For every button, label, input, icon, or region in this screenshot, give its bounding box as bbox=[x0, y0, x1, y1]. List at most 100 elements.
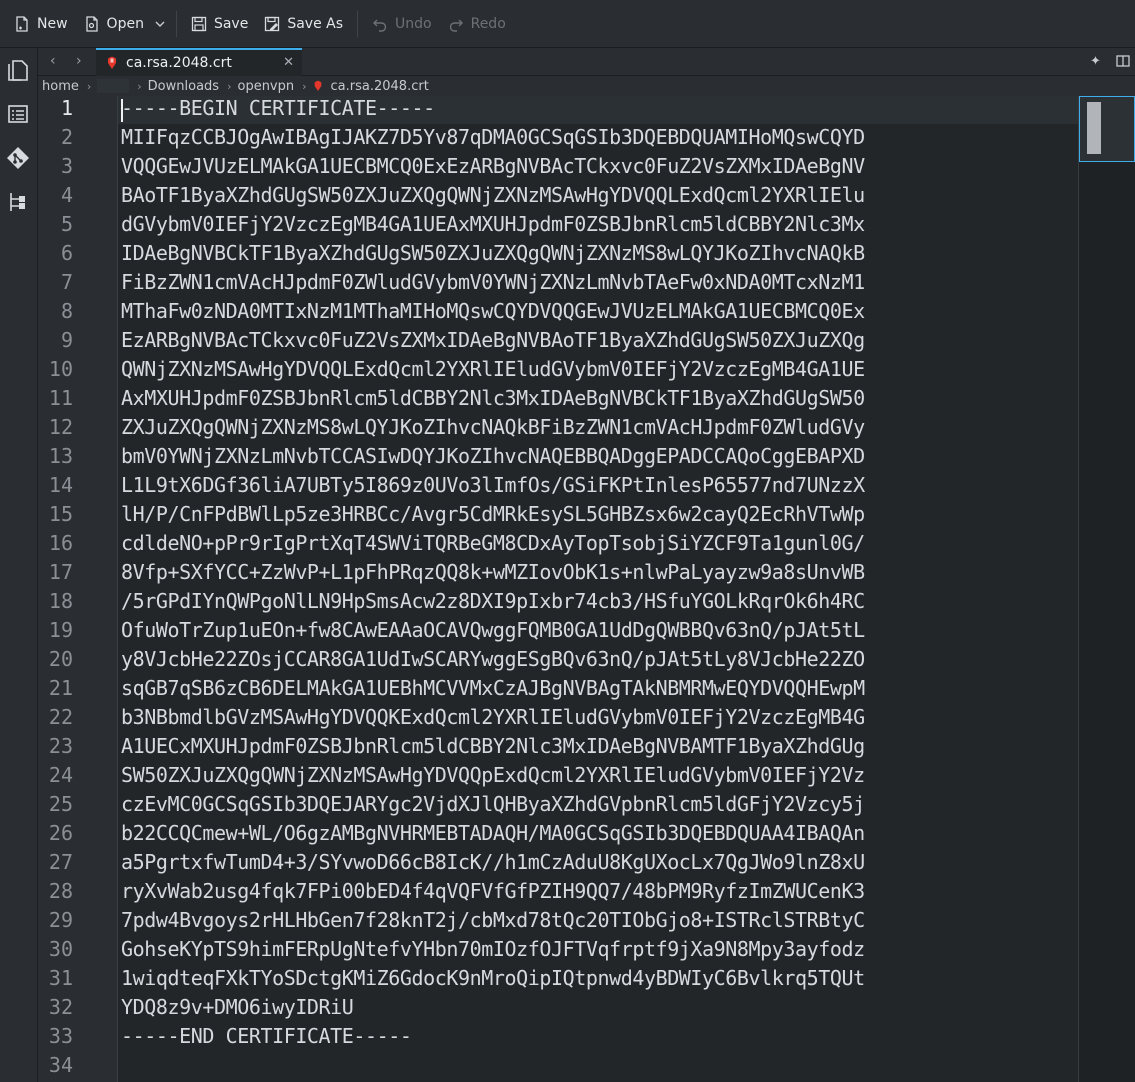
chevron-right-icon: › bbox=[86, 79, 92, 93]
code-line: 8Vfp+SXfYCC+ZzWvP+L1pFhPRqzQQ8k+wMZIovOb… bbox=[121, 560, 865, 584]
symbols-panel-icon[interactable] bbox=[5, 189, 31, 215]
git-panel-icon[interactable] bbox=[5, 145, 31, 171]
code-line: -----END CERTIFICATE----- bbox=[121, 1024, 412, 1048]
new-button[interactable]: New bbox=[6, 8, 76, 40]
open-button-label: Open bbox=[106, 15, 144, 32]
redo-button-label: Redo bbox=[470, 15, 506, 32]
redo-icon bbox=[449, 19, 463, 32]
tab-forward-icon[interactable]: › bbox=[76, 53, 82, 69]
breadcrumb-openvpn[interactable]: openvpn bbox=[237, 79, 294, 94]
code-line: EzARBgNVBAcTCkxvc0FuZ2VsZXMxIDAeBgNVBAoT… bbox=[121, 328, 865, 352]
close-icon[interactable]: ✕ bbox=[283, 55, 294, 70]
line-number: 10 bbox=[48, 357, 73, 381]
tab-back-icon[interactable]: ‹ bbox=[50, 53, 56, 69]
save-icon bbox=[191, 16, 207, 31]
code-line: a5PgrtxfwTumD4+3/SYvwoD66cB8IcK//h1mCzAd… bbox=[121, 850, 865, 874]
save-as-icon bbox=[265, 16, 280, 31]
minimap-text-preview bbox=[1087, 102, 1101, 154]
line-number: 14 bbox=[48, 473, 73, 497]
code-line: y8VJcbHe22ZOsjCCAR8GA1UdIwSCARYwggESgBQv… bbox=[121, 647, 865, 671]
code-line: VQQGEwJVUzELMAkGA1UECBMCQ0ExEzARBgNVBAcT… bbox=[121, 154, 865, 178]
code-line: MThaFw0zNDA0MTIxNzM1MThaMIHoMQswCQYDVQQG… bbox=[121, 299, 865, 323]
line-number: 31 bbox=[48, 966, 73, 990]
code-line: A1UECxMXUHJpdmF0ZSBJbnRlcm5ldCBBY2Nlc3Mx… bbox=[121, 734, 865, 758]
code-line: ryXvWab2usg4fqk7FPi00bED4f4qVQFVfGfPZIH9… bbox=[121, 879, 865, 903]
tab-ca-rsa-2048-crt[interactable]: ca.rsa.2048.crt ✕ bbox=[96, 48, 302, 76]
redo-button[interactable]: Redo bbox=[440, 8, 514, 40]
save-as-button[interactable]: Save As bbox=[256, 8, 351, 40]
open-recent-dropdown[interactable] bbox=[152, 8, 170, 40]
open-button[interactable]: Open bbox=[76, 8, 152, 40]
toolbar-separator bbox=[357, 10, 359, 37]
line-number: 19 bbox=[48, 618, 73, 642]
code-line: BAoTF1ByaXZhdGUgSW50ZXJuZXQgQWNjZXNzMSAw… bbox=[121, 183, 865, 207]
breadcrumb-user[interactable] bbox=[97, 79, 130, 93]
code-line: OfuWoTrZup1uEOn+fw8CAwEAAaOCAVQwggFQMB0G… bbox=[121, 618, 865, 642]
code-line: QWNjZXNzMSAwHgYDVQQLExdQcml2YXRlIEludGVy… bbox=[121, 357, 865, 381]
documents-panel-icon[interactable] bbox=[5, 57, 31, 83]
split-view-icon[interactable] bbox=[1116, 54, 1130, 72]
line-number: 29 bbox=[48, 908, 73, 932]
line-number: 22 bbox=[48, 705, 73, 729]
code-line: bmV0YWNjZXNzLmNvbTCCASIwDQYJKoZIhvcNAQEB… bbox=[121, 444, 865, 468]
breadcrumb: home › › Downloads › openvpn › ca.rsa.20… bbox=[38, 76, 1135, 96]
line-number: 21 bbox=[48, 676, 73, 700]
code-line: cdldeNO+pPr9rIgPrtXqT4SWViTQRBeGM8CDxAyT… bbox=[121, 531, 865, 555]
line-number: 20 bbox=[48, 647, 73, 671]
breadcrumb-home[interactable]: home bbox=[42, 79, 79, 94]
line-number: 12 bbox=[48, 415, 73, 439]
line-number: 33 bbox=[48, 1024, 73, 1048]
line-number: 24 bbox=[48, 763, 73, 787]
projects-panel-icon[interactable] bbox=[5, 101, 31, 127]
undo-button[interactable]: Undo bbox=[364, 8, 440, 40]
code-line: GohseKYpTS9himFERpUgNtefvYHbn70mIOzfOJFT… bbox=[121, 937, 865, 961]
certificate-file-icon bbox=[108, 56, 116, 69]
breadcrumb-file[interactable]: ca.rsa.2048.crt bbox=[331, 79, 429, 94]
main-toolbar: New Open Save Save As Undo Redo bbox=[0, 0, 1135, 48]
code-line: dGVybmV0IEFjY2VzczEgMB4GA1UEAxMXUHJpdmF0… bbox=[121, 212, 865, 236]
undo-icon bbox=[373, 19, 387, 32]
certificate-file-icon bbox=[314, 80, 321, 91]
code-line: AxMXUHJpdmF0ZSBJbnRlcm5ldCBBY2Nlc3MxIDAe… bbox=[121, 386, 865, 410]
code-line: b22CCQCmew+WL/O6gzAMBgNVHRMEBTADAQH/MA0G… bbox=[121, 821, 865, 845]
line-number: 7 bbox=[60, 270, 73, 294]
breadcrumb-downloads[interactable]: Downloads bbox=[148, 79, 219, 94]
line-number: 2 bbox=[60, 125, 73, 149]
line-number: 1 bbox=[60, 96, 73, 120]
line-number: 8 bbox=[60, 299, 73, 323]
save-as-button-label: Save As bbox=[287, 15, 344, 32]
code-line: L1L9tX6DGf36liA7UBTy5I869z0UVo3lImfOs/GS… bbox=[121, 473, 865, 497]
code-line: ZXJuZXQgQWNjZXNzMS8wLQYJKoZIhvcNAQkBFiBz… bbox=[121, 415, 865, 439]
line-number: 30 bbox=[48, 937, 73, 961]
save-button[interactable]: Save bbox=[183, 8, 256, 40]
code-line: czEvMC0GCSqGSIb3DQEJARYgc2VjdXJlQHByaXZh… bbox=[121, 792, 865, 816]
left-sidebar bbox=[0, 48, 38, 1082]
pin-icon[interactable]: ✦ bbox=[1090, 54, 1101, 69]
code-line: lH/P/CnFPdBWlLp5ze3HRBCc/Avgr5CdMRkEsySL… bbox=[121, 502, 865, 526]
line-number: 28 bbox=[48, 879, 73, 903]
text-editor[interactable]: -----BEGIN CERTIFICATE----- MIIFqzCCBJOgA… bbox=[118, 96, 1078, 1082]
tab-bar: ‹ › ca.rsa.2048.crt ✕ ✦ bbox=[38, 48, 1135, 76]
line-number: 16 bbox=[48, 531, 73, 555]
code-line: -----BEGIN CERTIFICATE----- bbox=[121, 96, 435, 120]
line-number: 5 bbox=[60, 212, 73, 236]
open-file-icon bbox=[85, 15, 98, 32]
line-number: 27 bbox=[48, 850, 73, 874]
code-line: sqGB7qSB6zCB6DELMAkGA1UEBhMCVVMxCzAJBgNV… bbox=[121, 676, 865, 700]
tab-label: ca.rsa.2048.crt bbox=[126, 55, 232, 71]
line-number: 25 bbox=[48, 792, 73, 816]
line-number: 23 bbox=[48, 734, 73, 758]
line-number: 17 bbox=[48, 560, 73, 584]
code-line: /5rGPdIYnQWPgoNlLN9HpSmsAcw2z8DXI9pIxbr7… bbox=[121, 589, 865, 613]
minimap[interactable] bbox=[1078, 96, 1135, 1082]
new-button-label: New bbox=[37, 15, 68, 32]
code-line: FiBzZWN1cmVAcHJpdmF0ZWludGVybmV0YWNjZXNz… bbox=[121, 270, 865, 294]
save-button-label: Save bbox=[213, 15, 249, 32]
code-line: 1wiqdteqFXkTYoSDctgKMiZ6GdocK9nMroQipIQt… bbox=[121, 966, 865, 990]
toolbar-separator bbox=[175, 10, 177, 37]
line-number: 18 bbox=[48, 589, 73, 613]
code-line: SW50ZXJuZXQgQWNjZXNzMSAwHgYDVQQpExdQcml2… bbox=[121, 763, 865, 787]
chevron-right-icon: › bbox=[302, 79, 307, 93]
line-number: 13 bbox=[48, 444, 73, 468]
line-number: 4 bbox=[60, 183, 73, 207]
